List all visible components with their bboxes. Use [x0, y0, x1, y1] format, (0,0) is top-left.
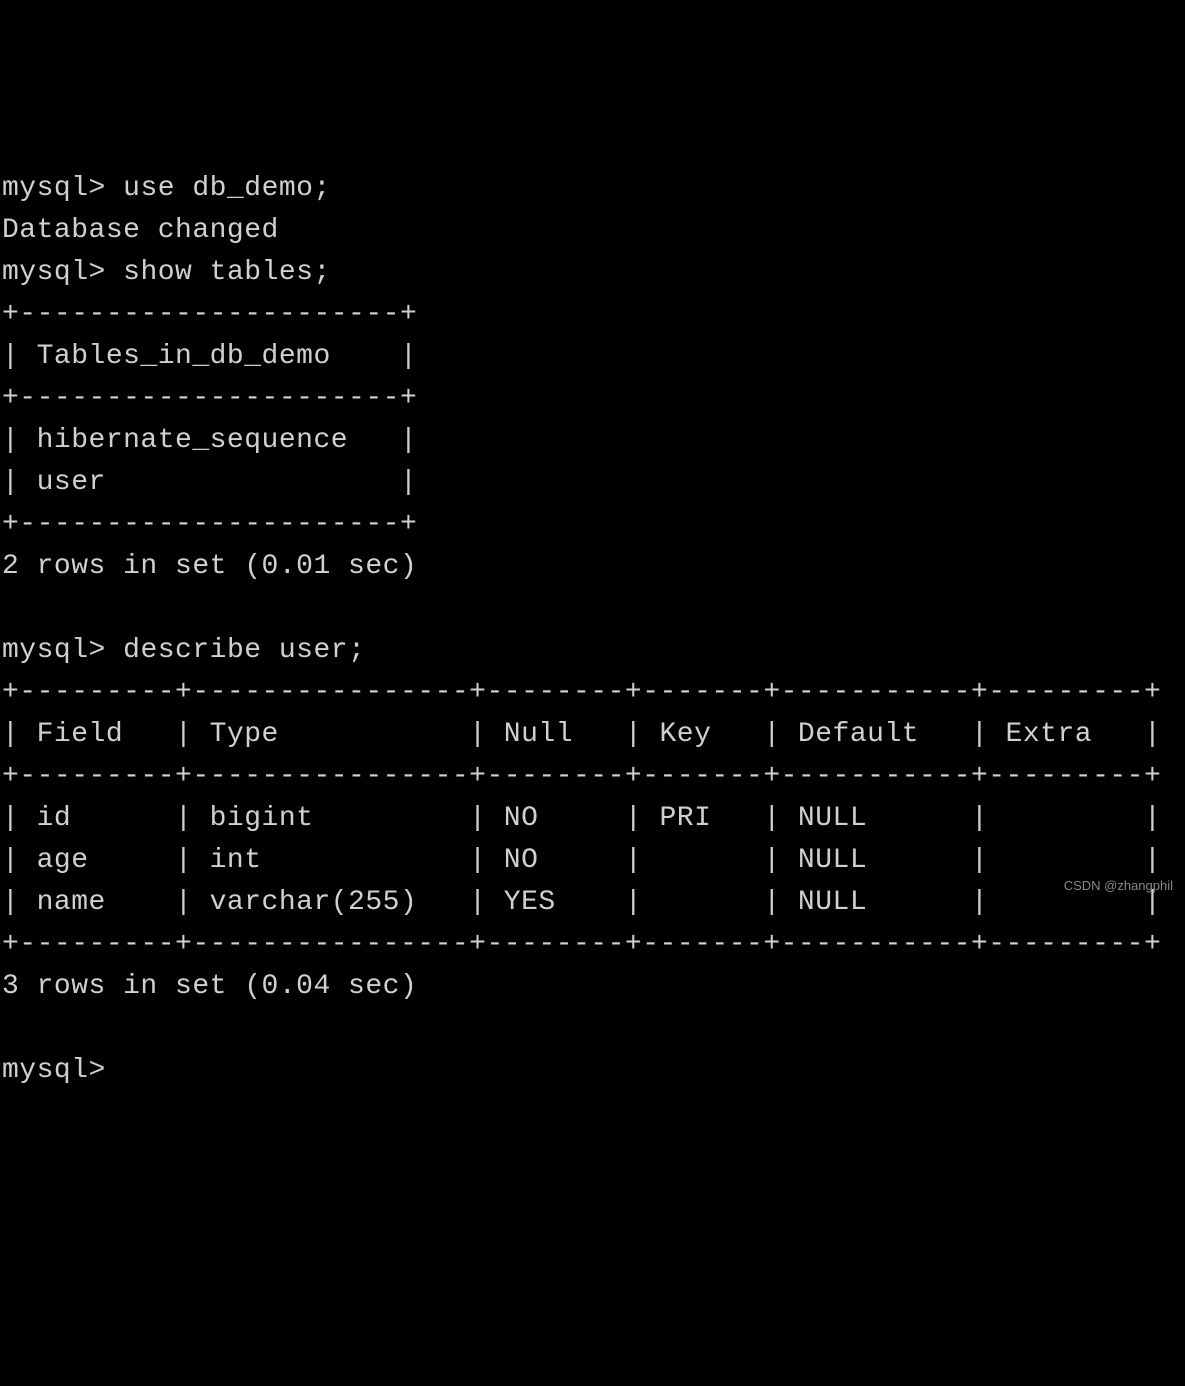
prompt: mysql>	[2, 635, 106, 666]
command-use-db: use db_demo;	[123, 173, 331, 204]
describe-result-box: +---------+----------------+--------+---…	[2, 677, 1161, 960]
prompt: mysql>	[2, 1055, 106, 1086]
prompt: mysql>	[2, 257, 106, 288]
tables-summary: 2 rows in set (0.01 sec)	[2, 551, 417, 582]
describe-summary: 3 rows in set (0.04 sec)	[2, 971, 417, 1002]
command-show-tables: show tables;	[123, 257, 331, 288]
terminal-output[interactable]: mysql> use db_demo; Database changed mys…	[0, 168, 1185, 1092]
command-describe-user: describe user;	[123, 635, 365, 666]
prompt: mysql>	[2, 173, 106, 204]
db-changed-response: Database changed	[2, 215, 279, 246]
tables-result-box: +----------------------+ | Tables_in_db_…	[2, 299, 417, 540]
watermark: CSDN @zhangphil	[1064, 876, 1173, 896]
